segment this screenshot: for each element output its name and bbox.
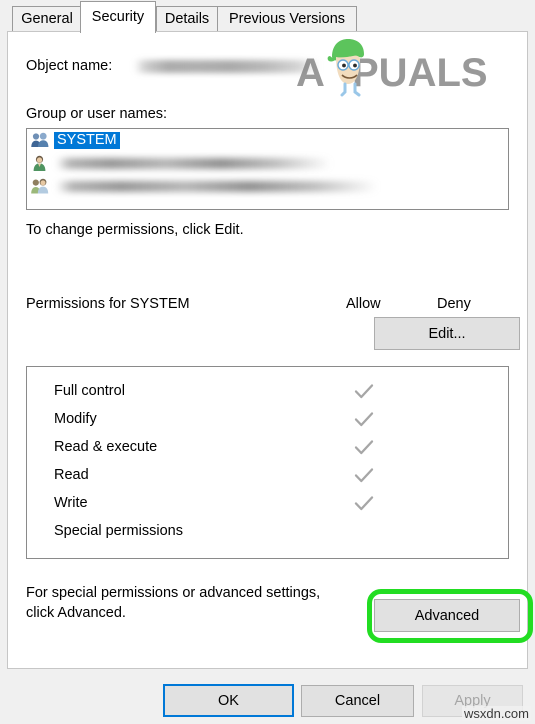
group-icon (30, 177, 50, 196)
object-name-value-redacted (134, 60, 320, 73)
list-item[interactable] (27, 152, 508, 175)
permission-label: Special permissions (54, 523, 183, 539)
tab-details-label: Details (164, 11, 210, 28)
cancel-button[interactable]: Cancel (301, 685, 414, 717)
tab-previous-versions-label: Previous Versions (228, 11, 346, 28)
tab-general-label: General (21, 11, 73, 28)
object-name-label: Object name: (26, 58, 113, 74)
edit-button[interactable]: Edit... (374, 317, 520, 350)
group-or-user-names-listbox[interactable]: SYSTEM (26, 128, 509, 210)
tab-details[interactable]: Details (156, 6, 218, 32)
user-icon (30, 154, 50, 173)
allow-check-icon (353, 464, 375, 486)
allow-check-icon (353, 380, 375, 402)
advanced-settings-hint: For special permissions or advanced sett… (26, 585, 321, 621)
permissions-for-label: Permissions for SYSTEM (26, 296, 190, 312)
group-or-user-names-label: Group or user names: (26, 106, 168, 122)
list-item[interactable]: SYSTEM (27, 129, 508, 152)
list-item-label-redacted (56, 181, 378, 192)
security-tab-panel: Object name: Group or user names: SYSTEM (7, 31, 533, 669)
tab-strip: General Security Details Previous Versio… (0, 0, 535, 33)
tab-previous-versions[interactable]: Previous Versions (217, 6, 357, 32)
permission-label: Write (54, 495, 88, 511)
table-row[interactable]: Read (27, 461, 508, 489)
permission-label: Full control (54, 383, 125, 399)
allow-column-header: Allow (346, 296, 381, 312)
table-row[interactable]: Read & execute (27, 433, 508, 461)
tab-security-label: Security (91, 9, 145, 26)
table-row[interactable]: Special permissions (27, 517, 508, 545)
permissions-list[interactable]: Full control Modify Read & execute Read (26, 366, 509, 559)
group-icon (30, 131, 50, 150)
deny-column-header: Deny (437, 296, 471, 312)
allow-check-icon (353, 492, 375, 514)
site-watermark: wsxdn.com (461, 706, 531, 721)
permission-label: Read (54, 467, 89, 483)
table-row[interactable]: Full control (27, 377, 508, 405)
permission-label: Read & execute (54, 439, 158, 455)
list-item[interactable] (27, 175, 508, 198)
permission-label: Modify (54, 411, 97, 427)
advanced-button[interactable]: Advanced (374, 599, 520, 632)
table-row[interactable]: Write (27, 489, 508, 517)
table-row[interactable]: Modify (27, 405, 508, 433)
list-item-label: SYSTEM (54, 131, 120, 150)
allow-check-icon (353, 408, 375, 430)
list-item-label-redacted (56, 158, 331, 169)
allow-check-icon (353, 436, 375, 458)
edit-permissions-hint: To change permissions, click Edit. (26, 222, 244, 238)
tab-security[interactable]: Security (80, 1, 156, 33)
ok-button[interactable]: OK (163, 684, 294, 717)
tab-general[interactable]: General (12, 6, 82, 32)
